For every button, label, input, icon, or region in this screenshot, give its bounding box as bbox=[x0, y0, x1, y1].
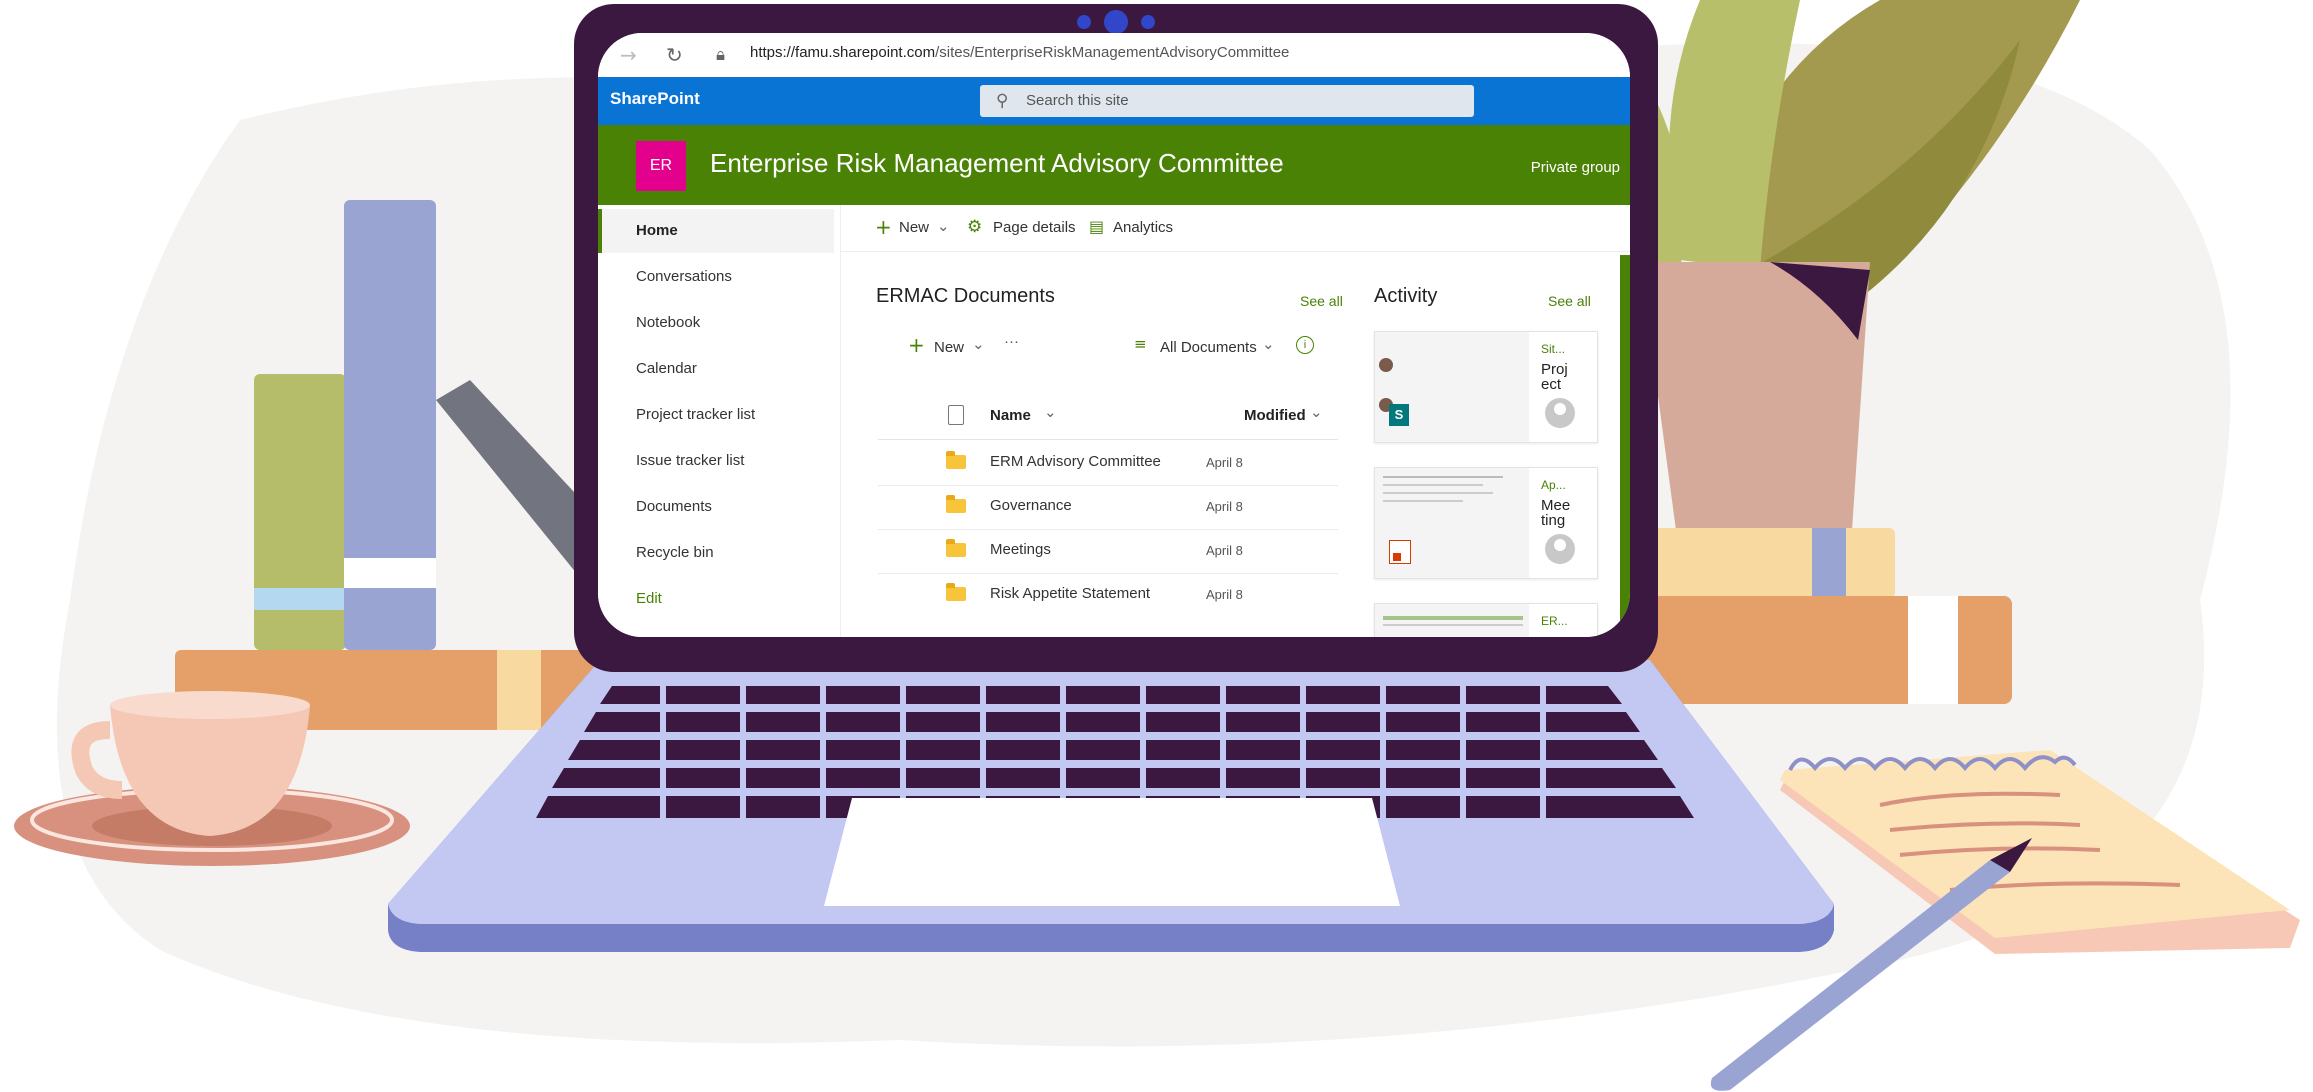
suite-bar: SharePoint ⚲ Search this site bbox=[598, 77, 1630, 125]
folder-icon bbox=[946, 539, 966, 557]
book-right-top bbox=[1625, 528, 1895, 598]
folder-icon bbox=[946, 495, 966, 513]
avatar bbox=[1545, 534, 1575, 564]
nav-item-calendar[interactable]: Calendar bbox=[602, 347, 838, 391]
row-modified: April 8 bbox=[1206, 455, 1243, 470]
nav-item-issue-tracker[interactable]: Issue tracker list bbox=[602, 439, 838, 483]
modified-column-header[interactable]: Modified bbox=[1244, 407, 1306, 424]
activity-card[interactable]: S Sit... Proj ect bbox=[1374, 331, 1598, 443]
activity-title: Activity bbox=[1374, 285, 1438, 307]
row-name[interactable]: ERM Advisory Committee bbox=[990, 453, 1161, 470]
gear-icon: ⚙ bbox=[967, 217, 983, 237]
plus-icon: + bbox=[875, 215, 892, 239]
nav-item-home[interactable]: Home bbox=[598, 209, 834, 253]
search-box[interactable]: ⚲ Search this site bbox=[980, 85, 1474, 117]
row-modified: April 8 bbox=[1206, 499, 1243, 514]
documents-see-all-link[interactable]: See all bbox=[1300, 293, 1343, 309]
nav-item-project-tracker[interactable]: Project tracker list bbox=[602, 393, 838, 437]
card-thumbnail: S bbox=[1375, 332, 1529, 442]
row-name[interactable]: Risk Appetite Statement bbox=[990, 585, 1150, 602]
card-tag: Sit... bbox=[1541, 342, 1566, 356]
row-modified: April 8 bbox=[1206, 587, 1243, 602]
card-tag: ER... bbox=[1541, 614, 1568, 628]
analytics-icon: ▤ bbox=[1089, 217, 1105, 236]
refresh-icon[interactable]: ↻ bbox=[666, 45, 683, 65]
name-column-header[interactable]: Name bbox=[990, 407, 1031, 424]
card-title[interactable]: Mee ting bbox=[1541, 498, 1591, 528]
sharepoint-file-icon: S bbox=[1389, 404, 1409, 426]
analytics-button[interactable]: Analytics bbox=[1113, 219, 1173, 236]
row-modified: April 8 bbox=[1206, 543, 1243, 558]
modified-sort-chevron-icon[interactable]: ⌄ bbox=[1310, 403, 1323, 421]
info-icon[interactable]: i bbox=[1296, 336, 1314, 354]
url-field[interactable]: https://famu.sharepoint.com/sites/Enterp… bbox=[750, 42, 1289, 64]
documents-title[interactable]: ERMAC Documents bbox=[876, 285, 1055, 308]
card-title[interactable]: Proj ect bbox=[1541, 362, 1591, 392]
header-divider bbox=[878, 439, 1338, 440]
sharepoint-brand[interactable]: SharePoint bbox=[610, 89, 700, 109]
webcam bbox=[1104, 10, 1128, 34]
table-row[interactable]: Governance April 8 bbox=[878, 485, 1338, 530]
folder-icon bbox=[946, 583, 966, 601]
forward-arrow-icon[interactable]: → bbox=[620, 45, 637, 65]
name-sort-chevron-icon[interactable]: ⌄ bbox=[1044, 403, 1057, 421]
activity-card[interactable]: Ap... Mee ting bbox=[1374, 467, 1598, 579]
view-list-icon: ≡ bbox=[1134, 335, 1147, 353]
activity-card[interactable]: ER... bbox=[1374, 603, 1598, 637]
table-row[interactable]: ERM Advisory Committee April 8 bbox=[878, 441, 1338, 486]
doc-new-chevron-icon[interactable]: ⌄ bbox=[972, 335, 985, 353]
table-row[interactable]: Risk Appetite Statement April 8 bbox=[878, 573, 1338, 617]
trackpad bbox=[824, 798, 1400, 906]
lock-icon: 🔒︎ bbox=[716, 45, 726, 65]
chevron-down-icon[interactable]: ⌄ bbox=[937, 217, 950, 235]
nav-item-notebook[interactable]: Notebook bbox=[602, 301, 838, 345]
card-tag: Ap... bbox=[1541, 478, 1566, 492]
table-row[interactable]: Meetings April 8 bbox=[878, 529, 1338, 574]
card-thumbnail bbox=[1375, 604, 1529, 637]
site-header: ER Enterprise Risk Management Advisory C… bbox=[598, 125, 1630, 205]
command-bar: + New ⌄ ⚙ Page details ▤ Analytics bbox=[841, 205, 1630, 252]
browser-address-bar: → ↻ 🔒︎ https://famu.sharepoint.com/sites… bbox=[598, 33, 1630, 78]
more-options-button[interactable]: ··· bbox=[1004, 333, 1019, 350]
folder-icon bbox=[946, 451, 966, 469]
left-navigation: Home Conversations Notebook Calendar Pro… bbox=[598, 205, 841, 637]
avatar bbox=[1545, 398, 1575, 428]
nav-item-recycle-bin[interactable]: Recycle bin bbox=[602, 531, 838, 575]
page-details-button[interactable]: Page details bbox=[993, 219, 1076, 236]
nav-edit-link[interactable]: Edit bbox=[602, 577, 838, 621]
privacy-label: Private group bbox=[1530, 159, 1620, 176]
row-name[interactable]: Governance bbox=[990, 497, 1072, 514]
nav-item-conversations[interactable]: Conversations bbox=[602, 255, 838, 299]
person-icon bbox=[1379, 358, 1393, 372]
laptop-screen: → ↻ 🔒︎ https://famu.sharepoint.com/sites… bbox=[598, 33, 1630, 637]
row-name[interactable]: Meetings bbox=[990, 541, 1051, 558]
documents-new-button[interactable]: New bbox=[934, 339, 964, 356]
view-chevron-icon[interactable]: ⌄ bbox=[1262, 335, 1275, 353]
activity-see-all-link[interactable]: See all bbox=[1548, 293, 1591, 309]
site-title[interactable]: Enterprise Risk Management Advisory Comm… bbox=[710, 145, 1284, 181]
card-thumbnail bbox=[1375, 468, 1529, 578]
doc-plus-icon: + bbox=[908, 333, 925, 357]
page-accent-bar bbox=[1620, 255, 1630, 637]
view-selector[interactable]: All Documents bbox=[1160, 339, 1257, 356]
site-logo[interactable]: ER bbox=[636, 141, 686, 191]
search-placeholder: Search this site bbox=[1026, 92, 1129, 109]
new-button[interactable]: New bbox=[899, 219, 929, 236]
search-icon: ⚲ bbox=[996, 91, 1009, 111]
file-type-icon bbox=[948, 405, 964, 425]
file-icon bbox=[1389, 540, 1411, 564]
nav-item-documents[interactable]: Documents bbox=[602, 485, 838, 529]
